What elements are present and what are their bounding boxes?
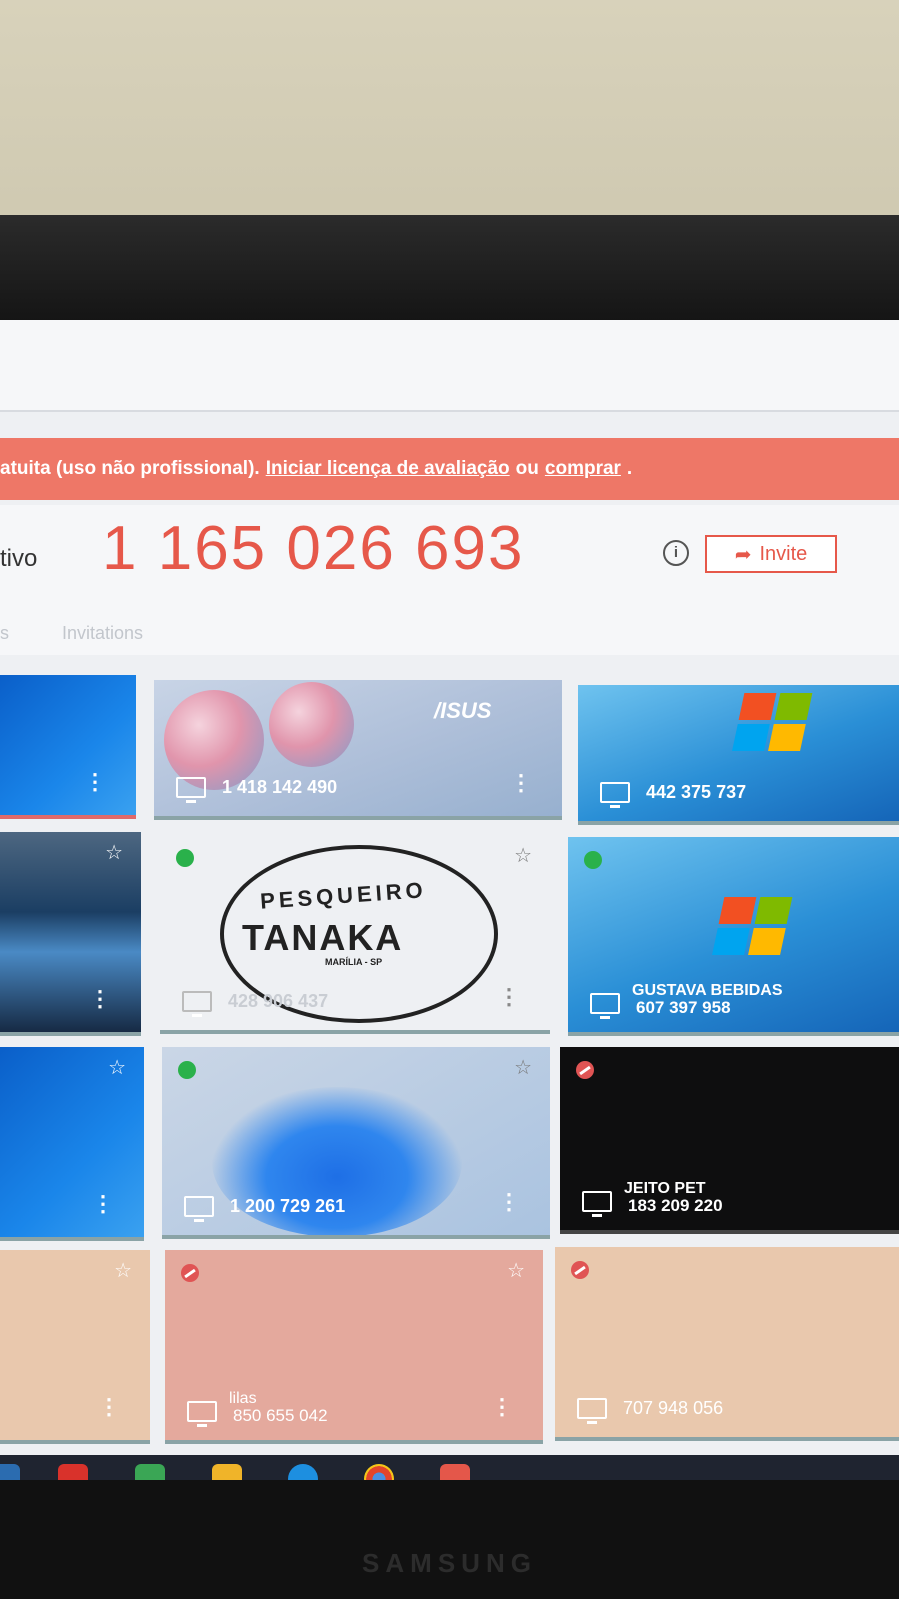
device-card[interactable]: ☆ ⋮	[0, 832, 141, 1036]
device-id-number: 1 165 026 693	[102, 514, 525, 583]
device-id: 1 200 729 261	[230, 1196, 346, 1216]
more-menu-icon[interactable]: ⋮	[498, 984, 520, 1010]
online-status-dot	[176, 849, 194, 867]
favorite-star-icon[interactable]: ☆	[514, 843, 532, 868]
banner-or-text: ou	[515, 458, 539, 479]
device-id: 442 375 737	[646, 782, 747, 802]
monitor-icon	[600, 782, 630, 808]
device-card[interactable]: ☆ lilas 850 655 042 ⋮	[165, 1250, 543, 1444]
device-id: 183 209 220	[628, 1196, 723, 1215]
device-card[interactable]: ⋮	[0, 675, 136, 819]
monitor-icon	[582, 1191, 612, 1217]
device-id: 607 397 958	[636, 998, 731, 1017]
device-id: 707 948 056	[623, 1398, 724, 1418]
device-grid: ⋮ /ISUS 1 418 142 490 ⋮ 442 375 737 ☆ ⋮ …	[0, 675, 899, 1475]
more-menu-icon[interactable]: ⋮	[98, 1394, 120, 1420]
device-id: 850 655 042	[233, 1406, 328, 1425]
tab-devices[interactable]: s	[0, 623, 9, 644]
monitor-icon	[590, 993, 620, 1019]
windows-logo	[732, 693, 815, 753]
more-menu-icon[interactable]: ⋮	[92, 1191, 114, 1217]
title-bar	[0, 320, 899, 412]
online-status-dot	[584, 851, 602, 869]
trial-license-link[interactable]: Iniciar licença de avaliação	[266, 458, 510, 480]
app-window: atuita (uso não profissional). Iniciar l…	[0, 320, 899, 1480]
device-card[interactable]: ☆ ⋮	[0, 1250, 150, 1444]
favorite-star-icon[interactable]: ☆	[514, 1055, 532, 1080]
device-card[interactable]: PESQUEIRO TANAKA MARÍLIA - SP ☆ 428 906 …	[160, 835, 550, 1034]
device-card[interactable]: GUSTAVA BEBIDAS 607 397 958	[568, 837, 899, 1036]
device-card[interactable]: /ISUS 1 418 142 490 ⋮	[154, 680, 562, 820]
tab-invitations[interactable]: Invitations	[62, 623, 143, 644]
logo-sub-text: MARÍLIA - SP	[325, 957, 383, 967]
device-card[interactable]: 442 375 737	[578, 685, 899, 825]
monitor-icon	[184, 1196, 214, 1222]
invite-button[interactable]: ➦ Invite	[705, 535, 837, 573]
more-menu-icon[interactable]: ⋮	[84, 769, 106, 795]
background-wall	[0, 0, 899, 230]
blocked-status-icon	[571, 1261, 589, 1279]
tabs-bar: s Invitations	[0, 595, 899, 655]
device-id: 1 418 142 490	[222, 777, 338, 797]
device-card[interactable]: 707 948 056	[555, 1247, 899, 1441]
monitor-icon	[182, 991, 212, 1017]
more-menu-icon[interactable]: ⋮	[491, 1394, 513, 1420]
invite-label: Invite	[759, 542, 808, 565]
favorite-star-icon[interactable]: ☆	[105, 840, 123, 865]
share-arrow-icon: ➦	[734, 543, 752, 566]
device-id: 428 906 437	[228, 991, 329, 1011]
logo-main-text: TANAKA	[242, 917, 404, 958]
device-card[interactable]: ☆ 1 200 729 261 ⋮	[162, 1047, 550, 1239]
device-card[interactable]: JEITO PET 183 209 220	[560, 1047, 899, 1234]
wallpaper-bubble	[269, 682, 354, 767]
asus-logo: /ISUS	[434, 698, 492, 723]
banner-text: atuita (uso não profissional).	[0, 458, 260, 479]
wallpaper-bubble	[164, 690, 264, 790]
monitor-bezel-bottom	[0, 1480, 899, 1599]
banner-suffix: .	[626, 458, 633, 479]
device-card[interactable]: ☆ ⋮	[0, 1047, 144, 1241]
favorite-star-icon[interactable]: ☆	[114, 1258, 132, 1283]
more-menu-icon[interactable]: ⋮	[89, 986, 111, 1012]
device-id-label: tivo	[0, 545, 38, 572]
more-menu-icon[interactable]: ⋮	[510, 770, 532, 796]
blocked-status-icon	[576, 1061, 594, 1079]
favorite-star-icon[interactable]: ☆	[108, 1055, 126, 1080]
license-banner: atuita (uso não profissional). Iniciar l…	[0, 438, 899, 500]
device-id-row: tivo 1 165 026 693 i ➦ Invite	[0, 505, 899, 595]
blocked-status-icon	[181, 1264, 199, 1282]
monitor-brand-logo: SAMSUNG	[362, 1548, 537, 1578]
buy-link[interactable]: comprar	[545, 458, 621, 480]
monitor-icon	[176, 777, 206, 803]
monitor-icon	[187, 1401, 217, 1427]
online-status-dot	[178, 1061, 196, 1079]
monitor-icon	[577, 1398, 607, 1424]
info-icon[interactable]: i	[663, 540, 689, 566]
windows-logo	[712, 897, 795, 957]
monitor-bezel	[0, 215, 899, 325]
more-menu-icon[interactable]: ⋮	[498, 1189, 520, 1215]
favorite-star-icon[interactable]: ☆	[507, 1258, 525, 1283]
